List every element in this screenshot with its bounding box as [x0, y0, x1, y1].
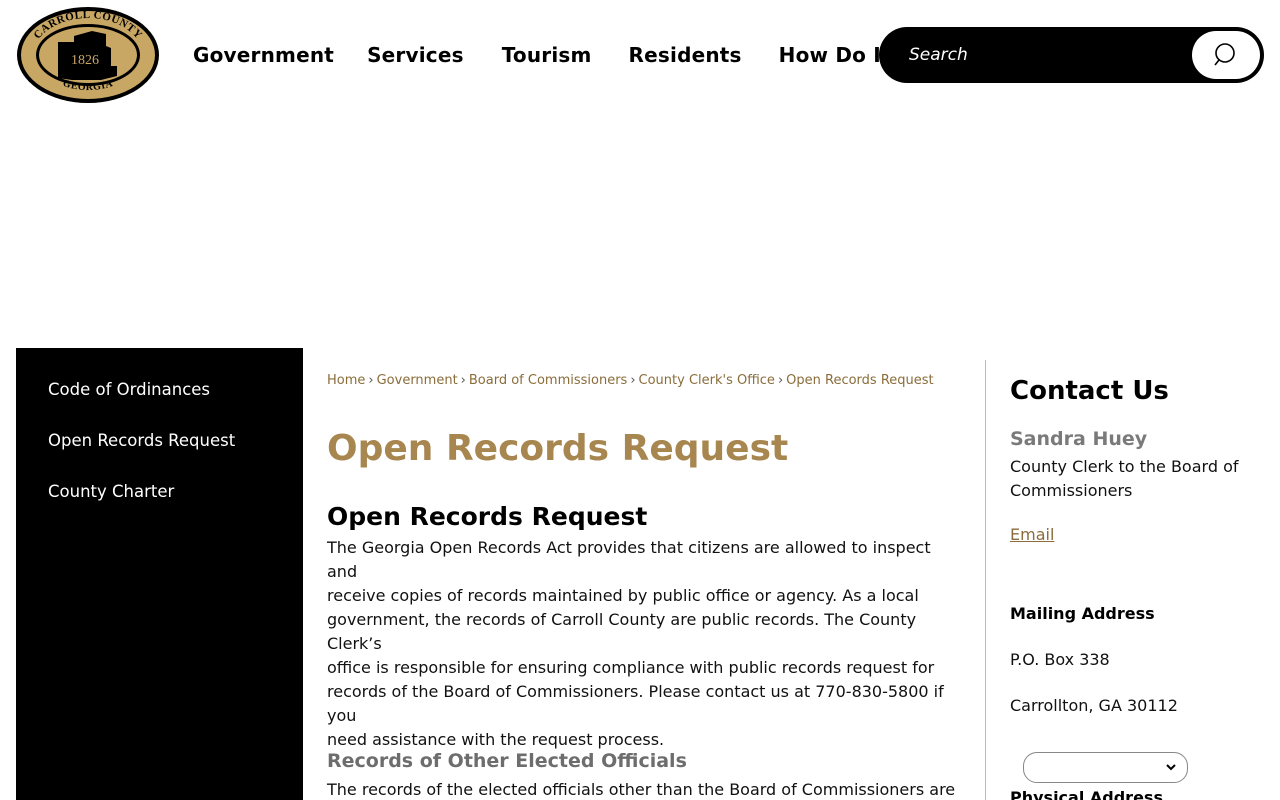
breadcrumb: Home › Government › Board of Commissioners › C…: [327, 373, 934, 388]
search-button[interactable]: [1192, 31, 1260, 79]
nav-services[interactable]: Services: [367, 43, 464, 67]
breadcrumb-separator: ›: [368, 373, 374, 388]
breadcrumb-separator: ›: [777, 373, 784, 388]
subsection-title: Records of Other Elected Officials: [327, 750, 687, 772]
column-divider: [985, 360, 986, 800]
nav-residents[interactable]: Residents: [629, 43, 742, 67]
mailing-address-line1: P.O. Box 338: [1010, 650, 1110, 669]
search-bar: [879, 27, 1264, 83]
chevron-down-icon: [1166, 764, 1176, 771]
breadcrumb-separator: ›: [630, 373, 636, 388]
nav-tourism[interactable]: Tourism: [502, 43, 592, 67]
intro-paragraph: The Georgia Open Records Act provides th…: [327, 536, 945, 752]
breadcrumb-separator: ›: [460, 373, 466, 388]
contact-title: Contact Us: [1010, 376, 1169, 406]
paragraph-line: need assistance with the request process…: [327, 730, 665, 749]
breadcrumb-county-clerks-office[interactable]: County Clerk's Office: [639, 373, 775, 388]
search-icon: [1214, 43, 1235, 66]
page: CARROLL COUNTY GEORGIA 1826 Government S…: [0, 0, 1280, 800]
subsection-text: The records of the elected officials oth…: [327, 780, 956, 799]
contact-email-link[interactable]: Email: [1010, 525, 1054, 544]
paragraph-line: records of the Board of Commissioners. P…: [327, 682, 944, 725]
main-nav: Government Services Tourism Residents Ho…: [193, 40, 904, 70]
sidebar-item-county-charter[interactable]: County Charter: [48, 482, 174, 501]
county-logo[interactable]: CARROLL COUNTY GEORGIA 1826: [16, 6, 160, 104]
sidebar-nav: Code of Ordinances Open Records Request …: [16, 348, 303, 800]
breadcrumb-government[interactable]: Government: [377, 373, 458, 388]
breadcrumb-current: Open Records Request: [786, 373, 934, 388]
breadcrumb-board-of-commissioners[interactable]: Board of Commissioners: [469, 373, 627, 388]
sidebar-item-open-records-request[interactable]: Open Records Request: [48, 431, 235, 450]
paragraph-line: office is responsible for ensuring compl…: [327, 658, 935, 677]
contact-role: County Clerk to the Board of Commissione…: [1010, 457, 1239, 500]
paragraph-line: government, the records of Carroll Count…: [327, 610, 917, 653]
section-title: Open Records Request: [327, 502, 648, 531]
sidebar-item-code-of-ordinances[interactable]: Code of Ordinances: [48, 380, 210, 399]
paragraph-line: receive copies of records maintained by …: [327, 586, 919, 605]
search-input[interactable]: [909, 41, 1179, 69]
mailing-address-line2: Carrollton, GA 30112: [1010, 696, 1178, 715]
logo-year: 1826: [71, 53, 99, 68]
paragraph-line: The Georgia Open Records Act provides th…: [327, 538, 931, 581]
contact-name: Sandra Huey: [1010, 428, 1148, 450]
page-title: Open Records Request: [327, 428, 789, 469]
physical-address-label: Physical Address: [1010, 788, 1163, 800]
nav-government[interactable]: Government: [193, 43, 334, 67]
mailing-address-label: Mailing Address: [1010, 604, 1155, 623]
breadcrumb-home[interactable]: Home: [327, 373, 365, 388]
contact-select[interactable]: [1023, 752, 1188, 783]
